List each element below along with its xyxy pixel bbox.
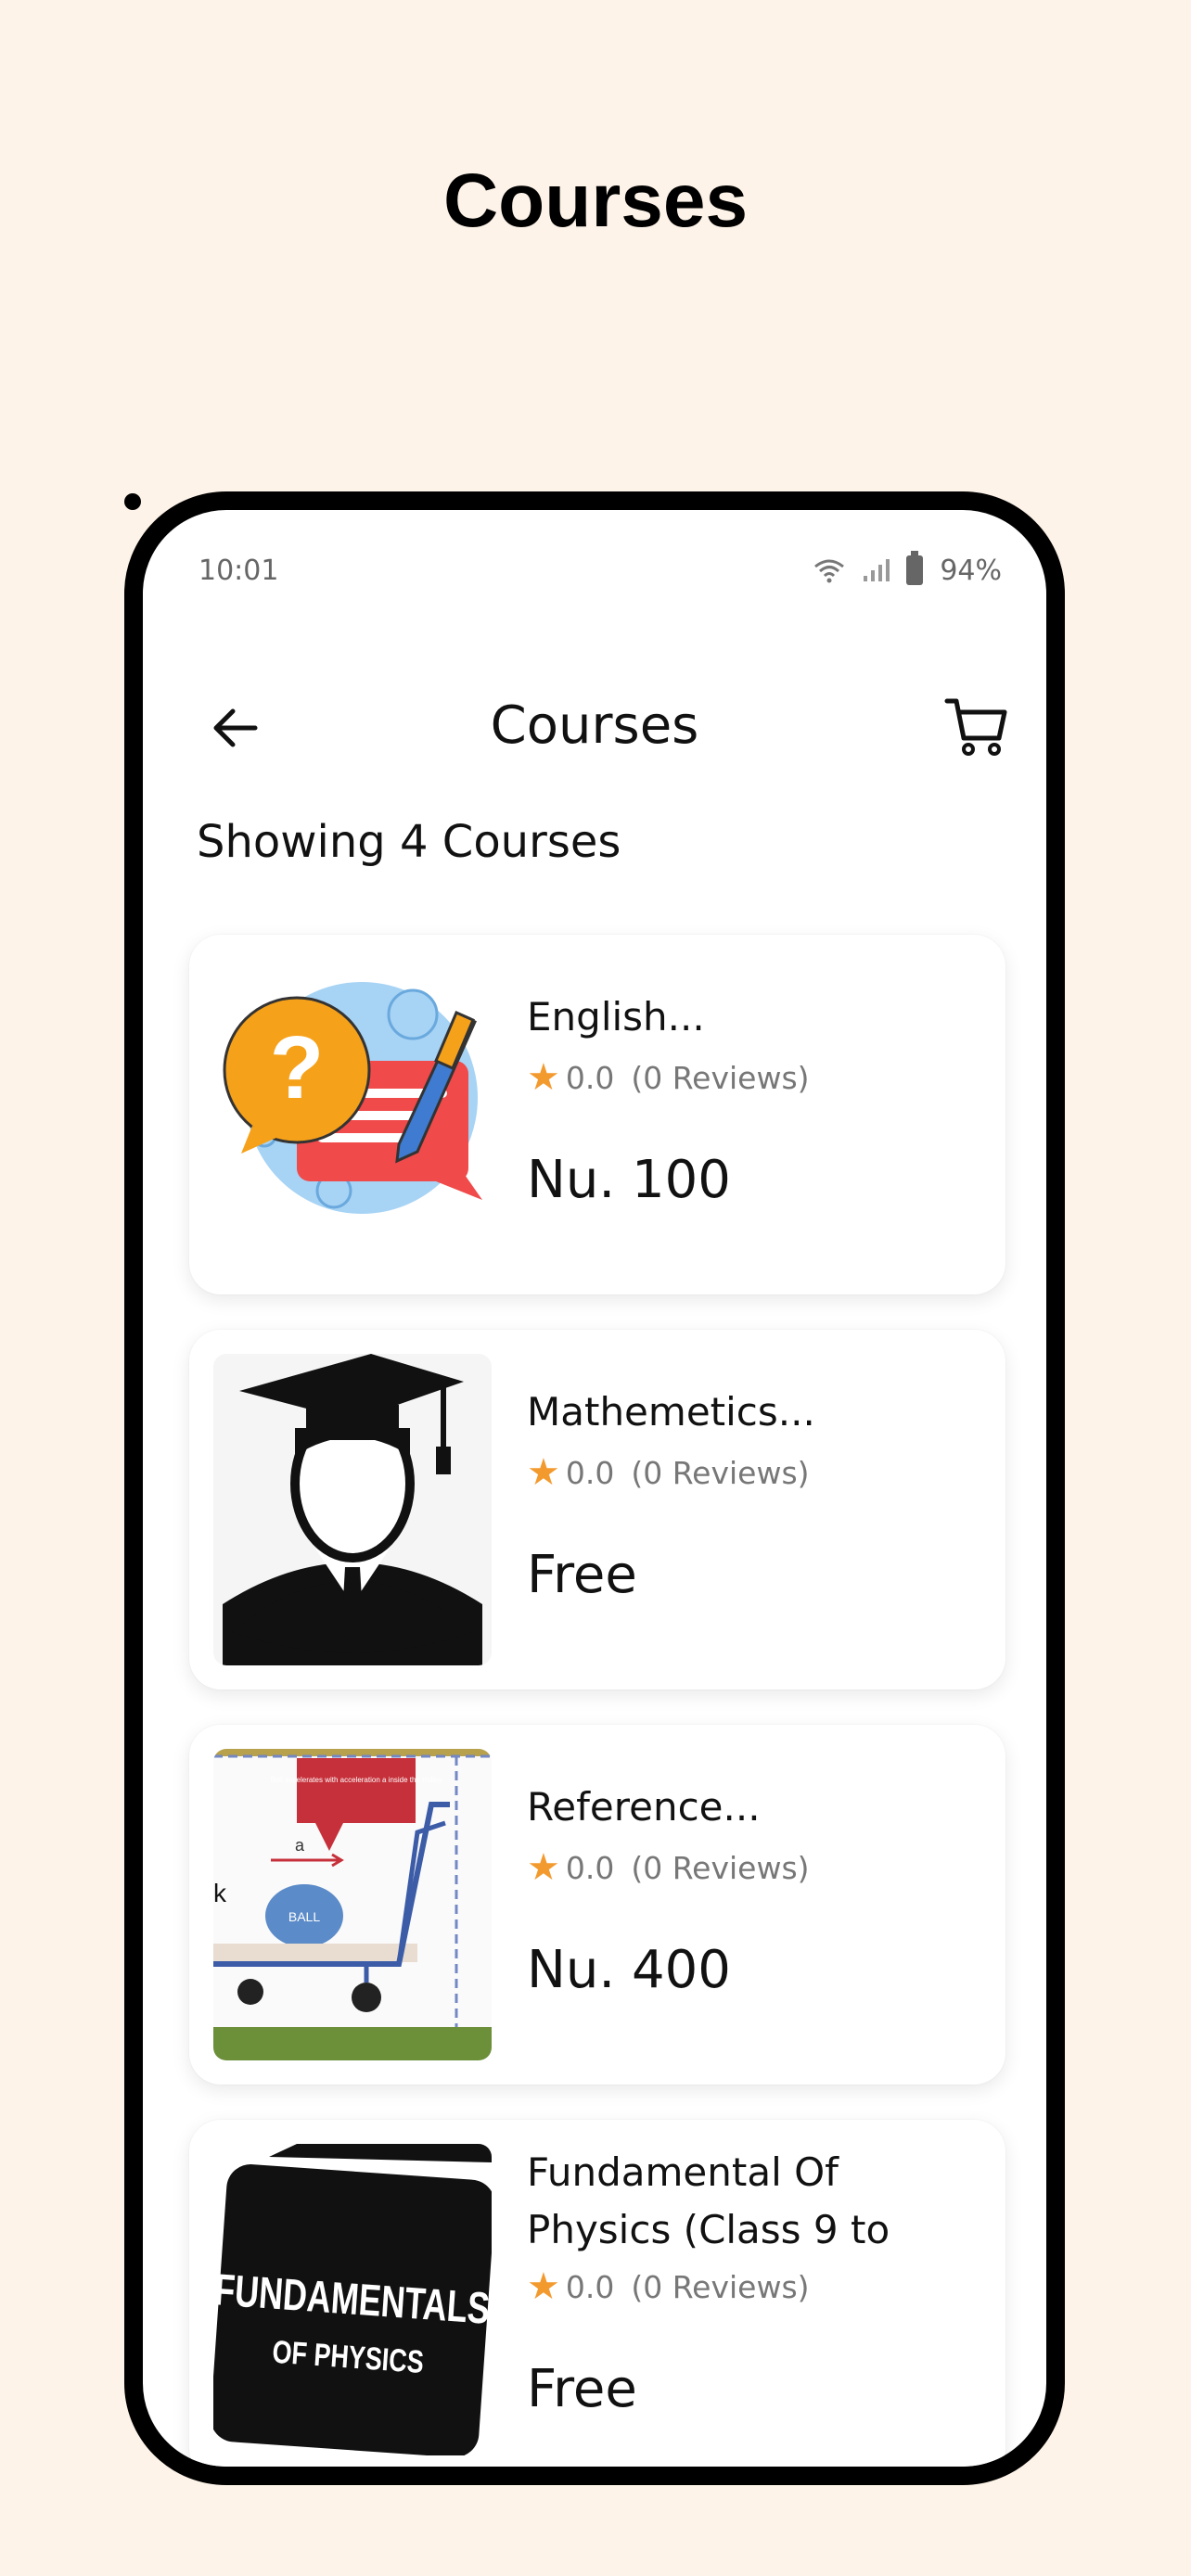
rating-value: 0.0 — [565, 1849, 615, 1886]
star-icon: ★ — [527, 2265, 560, 2308]
status-bar: 10:01 94% — [143, 510, 1046, 612]
course-list: ? English... ★ 0.0 (0 Reviews) Nu. 100 M… — [189, 935, 1005, 2467]
course-thumbnail — [213, 1354, 492, 1665]
course-title: English... — [527, 994, 705, 1039]
app-title: Courses — [490, 695, 699, 756]
battery-icon — [906, 551, 924, 585]
course-thumbnail: FUNDAMENTALS OF PHYSICS — [213, 2144, 492, 2455]
course-rating: ★ 0.0 (0 Reviews) — [527, 1849, 983, 1886]
course-info: Mathemetics... ★ 0.0 (0 Reviews) Free — [527, 1384, 983, 1605]
course-count-label: Showing 4 Courses — [197, 816, 621, 868]
star-icon: ★ — [527, 1846, 560, 1889]
phone-frame: 10:01 94% Courses Showing 4 Courses ? En… — [124, 491, 1065, 2485]
course-card[interactable]: FUNDAMENTALS OF PHYSICS Fundamental Of P… — [189, 2120, 1005, 2467]
course-price: Free — [527, 1545, 637, 1605]
decorative-dot — [124, 493, 141, 510]
course-price: Free — [527, 2359, 637, 2419]
review-count: (0 Reviews) — [631, 1849, 810, 1886]
review-count: (0 Reviews) — [631, 2268, 810, 2305]
status-time: 10:01 — [198, 554, 279, 587]
app-bar: Courses — [143, 658, 1046, 788]
course-price: Nu. 100 — [527, 1150, 731, 1210]
review-count: (0 Reviews) — [631, 1454, 810, 1491]
course-info: Reference... ★ 0.0 (0 Reviews) Nu. 400 — [527, 1779, 983, 2000]
cart-button[interactable] — [935, 686, 1018, 770]
svg-text:?: ? — [270, 1018, 325, 1117]
rating-value: 0.0 — [565, 1454, 615, 1491]
question-chat-illustration: ? — [223, 982, 482, 1214]
signal-icon — [864, 559, 890, 581]
course-card[interactable]: ? English... ★ 0.0 (0 Reviews) Nu. 100 — [189, 935, 1005, 1294]
thumbnail-caption: Ball accelerates with acceleration a ins… — [271, 1776, 442, 1784]
course-card[interactable]: Ball accelerates with acceleration a ins… — [189, 1725, 1005, 2085]
shopping-cart-icon — [944, 698, 1007, 756]
course-rating: ★ 0.0 (0 Reviews) — [527, 1454, 983, 1491]
battery-level: 94% — [940, 554, 1002, 587]
course-price: Nu. 400 — [527, 1940, 731, 2000]
trolley-physics-illustration: Ball accelerates with acceleration a ins… — [213, 1749, 492, 2060]
course-card[interactable]: Mathemetics... ★ 0.0 (0 Reviews) Free — [189, 1330, 1005, 1690]
acceleration-label: a — [295, 1836, 305, 1855]
status-icons: 94% — [813, 551, 1002, 587]
review-count: (0 Reviews) — [631, 1059, 810, 1096]
svg-text:k: k — [213, 1879, 227, 1907]
physics-book-illustration: FUNDAMENTALS OF PHYSICS — [213, 2144, 492, 2455]
course-rating: ★ 0.0 (0 Reviews) — [527, 1059, 983, 1096]
graduate-illustration — [223, 1354, 482, 1665]
wifi-icon — [814, 559, 845, 583]
rating-value: 0.0 — [565, 2268, 615, 2305]
course-title: Reference... — [527, 1784, 761, 1830]
star-icon: ★ — [527, 1056, 560, 1099]
course-title: Fundamental Of Physics (Class 9 to 12... — [527, 2149, 890, 2252]
course-thumbnail: Ball accelerates with acceleration a ins… — [213, 1749, 492, 2060]
course-info: English... ★ 0.0 (0 Reviews) Nu. 100 — [527, 988, 983, 1210]
course-rating: ★ 0.0 (0 Reviews) — [527, 2268, 983, 2305]
course-info: Fundamental Of Physics (Class 9 to 12...… — [527, 2144, 983, 2419]
ball-label: BALL — [288, 1909, 320, 1924]
promo-title: Courses — [442, 159, 749, 243]
rating-value: 0.0 — [565, 1059, 615, 1096]
star-icon: ★ — [527, 1451, 560, 1494]
course-title: Mathemetics... — [527, 1389, 815, 1435]
course-thumbnail: ? — [213, 959, 492, 1270]
